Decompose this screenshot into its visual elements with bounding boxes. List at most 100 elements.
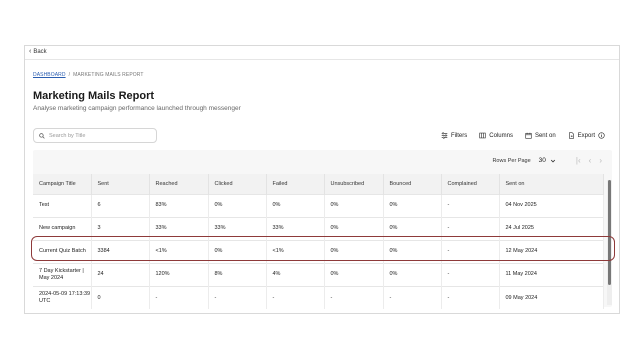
columns-button[interactable]: Columns: [479, 132, 513, 139]
breadcrumb: DASHBOARD / MARKETING MAILS REPORT: [33, 72, 144, 78]
column-header[interactable]: Unsubscribed: [324, 174, 384, 194]
calendar-icon: [525, 132, 532, 139]
cell-sent: 0: [91, 285, 150, 309]
vertical-scrollbar[interactable]: [607, 180, 612, 305]
table-header-row: Campaign Title Sent Reached Clicked Fail…: [33, 174, 604, 194]
cell-reached: <1%: [149, 239, 209, 263]
pagination-controls: Rows Per Page 30 |‹ ‹ ›: [492, 156, 602, 165]
prev-page-icon[interactable]: ‹: [589, 156, 592, 165]
export-icon: [568, 132, 574, 139]
cell-clicked: 0%: [208, 239, 267, 263]
cell-reached: 120%: [149, 262, 209, 286]
info-icon: [598, 132, 605, 139]
table-container: Rows Per Page 30 |‹ ‹ › Campaign Title S…: [33, 150, 612, 309]
cell-bounced: 0%: [383, 239, 442, 263]
columns-icon: [479, 132, 486, 139]
column-header[interactable]: Bounced: [383, 174, 442, 194]
cell-failed: 0%: [266, 193, 325, 217]
cell-unsubscribed: 0%: [324, 239, 384, 263]
sent-on-label: Sent on: [534, 132, 556, 139]
cell-bounced: 0%: [383, 216, 442, 240]
cell-campaign-title: Test: [33, 193, 92, 217]
app-window: ‹ Back DASHBOARD / MARKETING MAILS REPOR…: [24, 45, 620, 314]
cell-clicked: 8%: [208, 262, 267, 286]
cell-reached: 33%: [149, 216, 209, 240]
cell-failed: -: [266, 285, 325, 309]
cell-campaign-title: Current Quiz Batch: [33, 239, 92, 263]
page-title: Marketing Mails Report: [33, 90, 155, 102]
table-row[interactable]: 2024-05-09 17:13:39 UTC 0 - - - - - - 09…: [33, 285, 604, 309]
search-icon: [39, 132, 45, 139]
breadcrumb-separator: /: [68, 72, 71, 78]
table-row[interactable]: New campaign 3 33% 33% 33% 0% 0% - 24 Ju…: [33, 216, 604, 240]
cell-sent: 6: [91, 193, 150, 217]
cell-failed: 33%: [266, 216, 325, 240]
top-bar: ‹ Back: [25, 46, 619, 60]
first-page-icon[interactable]: |‹: [576, 156, 581, 165]
table-row[interactable]: Test 6 83% 0% 0% 0% 0% - 04 Nov 2025: [33, 193, 604, 217]
cell-clicked: 33%: [208, 216, 267, 240]
column-header[interactable]: Failed: [266, 174, 325, 194]
cell-complained: -: [441, 239, 500, 263]
cell-bounced: -: [383, 285, 442, 309]
breadcrumb-dashboard-link[interactable]: DASHBOARD: [33, 72, 66, 78]
column-header[interactable]: Sent on: [499, 174, 604, 194]
cell-unsubscribed: 0%: [324, 193, 384, 217]
cell-complained: -: [441, 262, 500, 286]
search-box[interactable]: [33, 128, 157, 143]
columns-label: Columns: [489, 132, 513, 139]
cell-campaign-title: 2024-05-09 17:13:39 UTC: [33, 285, 92, 309]
scrollbar-thumb[interactable]: [608, 180, 611, 285]
cell-clicked: 0%: [208, 193, 267, 217]
cell-unsubscribed: 0%: [324, 262, 384, 286]
page-subtitle: Analyse marketing campaign performance l…: [33, 105, 241, 112]
pager: |‹ ‹ ›: [576, 156, 602, 165]
breadcrumb-current: MARKETING MAILS REPORT: [73, 72, 144, 78]
cell-bounced: 0%: [383, 262, 442, 286]
cell-sent: 3384: [91, 239, 150, 263]
cell-complained: -: [441, 216, 500, 240]
table-row[interactable]: 7 Day Kickstarter | May 2024 24 120% 8% …: [33, 262, 604, 286]
column-header[interactable]: Clicked: [208, 174, 267, 194]
filters-label: Filters: [450, 132, 468, 139]
column-header[interactable]: Campaign Title: [33, 174, 92, 194]
filters-button[interactable]: Filters: [441, 132, 467, 139]
column-header[interactable]: Sent: [91, 174, 150, 194]
cell-complained: -: [441, 285, 500, 309]
search-input[interactable]: [49, 132, 149, 139]
cell-sent-on: 04 Nov 2025: [499, 193, 604, 217]
campaigns-table: Campaign Title Sent Reached Clicked Fail…: [33, 174, 604, 309]
next-page-icon[interactable]: ›: [599, 156, 602, 165]
back-label: Back: [33, 49, 47, 55]
cell-sent-on: 24 Jul 2025: [499, 216, 604, 240]
cell-sent: 24: [91, 262, 150, 286]
back-link[interactable]: ‹ Back: [29, 48, 47, 55]
rows-per-page-select[interactable]: 30: [537, 157, 558, 164]
cell-sent-on: 11 May 2024: [499, 262, 604, 286]
cell-failed: <1%: [266, 239, 325, 263]
cell-reached: 83%: [149, 193, 209, 217]
cell-unsubscribed: 0%: [324, 216, 384, 240]
cell-unsubscribed: -: [324, 285, 384, 309]
cell-sent-on: 09 May 2024: [499, 285, 604, 309]
cell-campaign-title: 7 Day Kickstarter | May 2024: [33, 262, 92, 286]
rows-per-page-value: 30: [538, 157, 546, 164]
table-row[interactable]: Current Quiz Batch 3384 <1% 0% <1% 0% 0%…: [33, 239, 604, 263]
filters-icon: [441, 132, 448, 139]
chevron-left-icon: ‹: [29, 48, 32, 55]
column-header[interactable]: Complained: [441, 174, 500, 194]
cell-sent-on: 12 May 2024: [499, 239, 604, 263]
cell-complained: -: [441, 193, 500, 217]
chevron-down-icon: [550, 159, 556, 162]
column-header[interactable]: Reached: [149, 174, 209, 194]
rows-per-page-label: Rows Per Page: [492, 157, 531, 164]
cell-failed: 4%: [266, 262, 325, 286]
export-button[interactable]: Export: [568, 132, 605, 139]
cell-reached: -: [149, 285, 209, 309]
export-label: Export: [577, 132, 595, 139]
toolbar: Filters Columns Sent on Export: [441, 132, 605, 139]
sent-on-button[interactable]: Sent on: [525, 132, 556, 139]
cell-campaign-title: New campaign: [33, 216, 92, 240]
cell-sent: 3: [91, 216, 150, 240]
cell-clicked: -: [208, 285, 267, 309]
